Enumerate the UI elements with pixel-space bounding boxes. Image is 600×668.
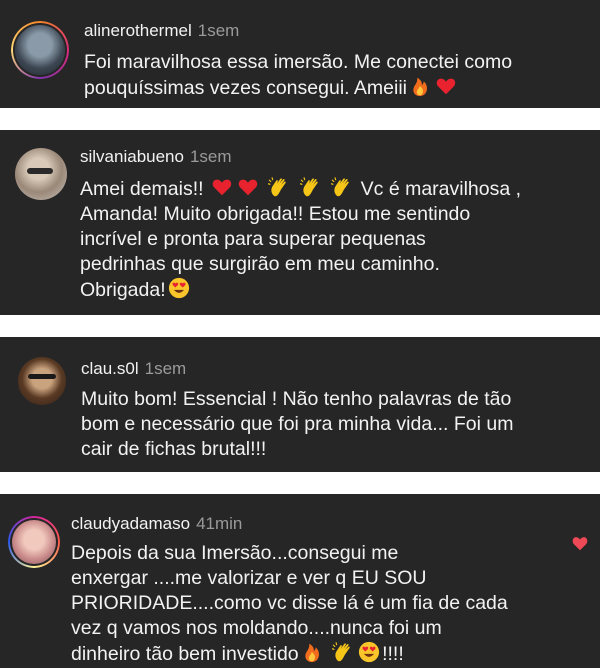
fire-emoji-icon (409, 75, 431, 97)
comment-text: Foi maravilhosa essa imersão. Me conecte… (84, 50, 594, 101)
comment-time: 41min (196, 514, 243, 533)
clap-emoji-icon (331, 176, 353, 198)
comment-card: alinerothermel 1sem Foi maravilhosa essa … (0, 0, 600, 108)
comment-time: 1sem (197, 21, 240, 40)
username[interactable]: alinerothermel (84, 21, 192, 40)
comment-time: 1sem (189, 147, 232, 166)
comment-header: silvaniabueno 1sem (80, 147, 232, 167)
comment-header: clau.s0l 1sem (81, 359, 186, 379)
heart-eyes-emoji-icon (358, 641, 380, 663)
comment-header: alinerothermel 1sem (84, 21, 239, 41)
clap-emoji-icon (300, 176, 322, 198)
comment-text: Amei demais!! Vc é maravilhosa , Amanda!… (80, 176, 596, 303)
comment-card: claudyadamaso 41min Depois da sua Imersão… (0, 494, 600, 668)
clap-emoji-icon (268, 176, 290, 198)
heart-eyes-emoji-icon (168, 277, 190, 299)
comment-body: Depois da sua Imersão...consegui me enxe… (71, 542, 508, 665)
avatar[interactable] (8, 516, 60, 568)
username[interactable]: clau.s0l (81, 359, 139, 378)
avatar[interactable] (18, 357, 66, 405)
comment-header: claudyadamaso 41min (71, 514, 242, 534)
username[interactable]: claudyadamaso (71, 514, 190, 533)
comment-body: Vc é maravilhosa , (360, 178, 522, 200)
comment-text: Depois da sua Imersão...consegui me enxe… (71, 541, 571, 667)
heart-emoji-icon (237, 176, 259, 198)
comment-body: Amei demais!! (80, 178, 204, 200)
comment-card: silvaniabueno 1sem Amei demais!! Vc é mar… (0, 130, 600, 315)
comment-body: !!!! (382, 643, 404, 665)
heart-emoji-icon (211, 176, 233, 198)
avatar[interactable] (15, 148, 67, 200)
comment-card: clau.s0l 1sem Muito bom! Essencial ! Não … (0, 337, 600, 472)
fire-emoji-icon (301, 641, 323, 663)
comment-time: 1sem (144, 359, 187, 378)
clap-emoji-icon (332, 641, 354, 663)
comment-body: Muito bom! Essencial ! Não tenho palavra… (81, 388, 514, 460)
avatar[interactable] (11, 21, 69, 79)
comment-body: Amanda! Muito obrigada!! Estou me sentin… (80, 203, 471, 301)
heart-emoji-icon (435, 75, 457, 97)
username[interactable]: silvaniabueno (80, 147, 184, 166)
like-heart-icon[interactable] (571, 535, 589, 551)
comment-text: Muito bom! Essencial ! Não tenho palavra… (81, 387, 596, 462)
